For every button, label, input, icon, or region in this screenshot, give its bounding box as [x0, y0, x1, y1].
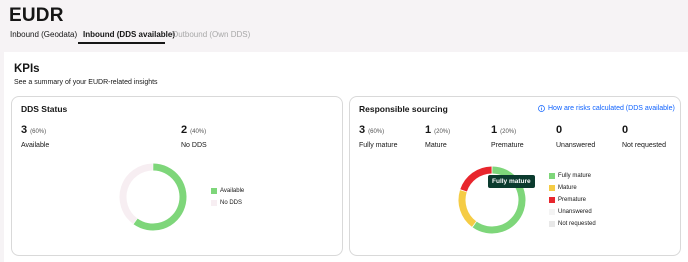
stat-percent: (60%) [30, 129, 47, 135]
tab-outbound-own-dds[interactable]: Outbound (Own DDS) [172, 30, 250, 39]
kpi-subtitle: See a summary of your EUDR-related insig… [14, 79, 158, 86]
donut-slice-no-dds[interactable] [119, 163, 153, 224]
dds-status-card: DDS Status 3 (60%) Available 2 (40%) No DD… [11, 96, 343, 256]
stat-value: 1 [491, 124, 498, 136]
legend-label: Available [220, 188, 245, 194]
stat-percent: (20%) [500, 129, 517, 135]
stat-percent: (60%) [368, 129, 385, 135]
stat-unanswered: 0 Unanswered [556, 120, 595, 149]
legend-label: Premature [558, 197, 587, 203]
stat-value: 3 [21, 124, 28, 136]
link-label: How are risks calculated (DDS available) [548, 105, 675, 112]
stat-value: 2 [181, 124, 188, 136]
legend-swatch [211, 188, 217, 194]
legend-label: Fully mature [558, 173, 592, 179]
stat-value: 1 [425, 124, 432, 136]
stat-fully-mature: 3 (60%) Fully mature [359, 120, 398, 149]
legend-swatch [549, 197, 555, 203]
donut-slice-available[interactable] [133, 163, 187, 231]
info-icon [538, 105, 545, 112]
stat-percent: (20%) [434, 129, 451, 135]
stat-value: 3 [359, 124, 366, 136]
stat-label: Mature [425, 142, 447, 149]
responsible-sourcing-card: Responsible sourcing How are risks calcu… [349, 96, 681, 256]
tab-inbound-dds-available[interactable]: Inbound (DDS available) [83, 30, 175, 39]
stat-value: 0 [556, 124, 563, 136]
tab-bar: Inbound (Geodata) Inbound (DDS available… [0, 28, 688, 45]
stat-value: 0 [622, 124, 629, 136]
active-tab-indicator [78, 42, 165, 44]
kpi-title: KPIs [14, 63, 40, 75]
stat-available: 3 (60%) Available [21, 120, 49, 149]
legend-swatch [549, 209, 555, 215]
legend-label: No DDS [220, 200, 243, 206]
stat-not-requested: 0 Not requested [622, 120, 666, 149]
dds-donut-chart[interactable] [117, 161, 189, 233]
card-title: Responsible sourcing [359, 104, 448, 114]
stat-label: Available [21, 142, 50, 149]
legend-label: Mature [558, 185, 577, 191]
stat-label: Not requested [622, 142, 666, 149]
legend-label: Not requested [558, 221, 596, 227]
donut-slice-mature[interactable] [458, 190, 477, 227]
stat-no-dds: 2 (40%) No DDS [181, 120, 207, 149]
legend-swatch [549, 185, 555, 191]
stat-label: Premature [491, 142, 524, 149]
stat-mature: 1 (20%) Mature [425, 120, 450, 149]
legend-swatch [211, 200, 217, 206]
stat-label: Unanswered [556, 142, 596, 149]
card-title: DDS Status [21, 104, 68, 114]
stat-label: No DDS [181, 142, 207, 149]
legend-swatch [549, 173, 555, 179]
kpi-section: KPIs See a summary of your EUDR-related … [4, 52, 688, 262]
chart-tooltip: Fully mature [488, 175, 535, 188]
tab-inbound-geodata[interactable]: Inbound (Geodata) [10, 30, 77, 39]
page-title: EUDR [9, 5, 64, 26]
stat-percent: (40%) [190, 129, 207, 135]
legend-label: Unanswered [558, 209, 592, 215]
stat-label: Fully mature [359, 142, 398, 149]
legend-swatch [549, 221, 555, 227]
stat-premature: 1 (20%) Premature [491, 120, 524, 149]
